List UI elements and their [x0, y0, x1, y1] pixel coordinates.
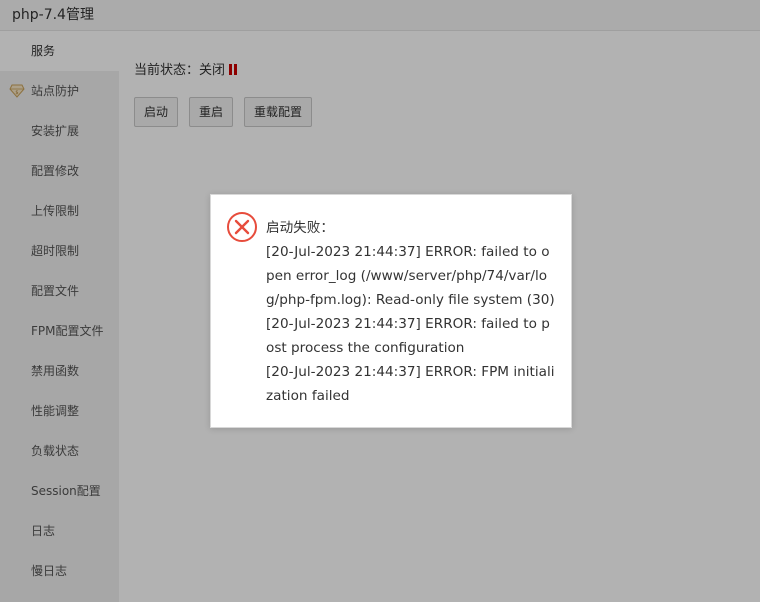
error-line: [20-Jul-2023 21:44:37] ERROR: failed to … — [266, 244, 555, 308]
error-title: 启动失败： — [266, 220, 334, 236]
error-message: 启动失败： [20-Jul-2023 21:44:37] ERROR: fail… — [266, 216, 556, 408]
error-line: [20-Jul-2023 21:44:37] ERROR: failed to … — [266, 316, 550, 356]
error-dialog: 启动失败： [20-Jul-2023 21:44:37] ERROR: fail… — [210, 194, 572, 428]
error-line: [20-Jul-2023 21:44:37] ERROR: FPM initia… — [266, 364, 555, 404]
error-circle-icon — [227, 212, 257, 242]
